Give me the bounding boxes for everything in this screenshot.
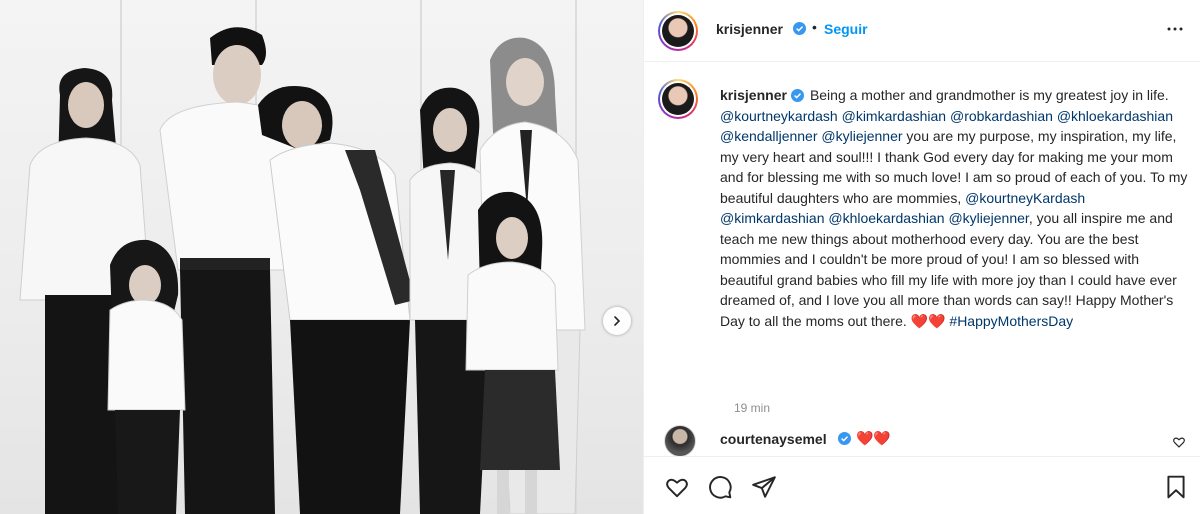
comment-text: ❤️❤️ bbox=[856, 430, 891, 446]
post-actions-bar bbox=[644, 456, 1200, 514]
heart-emoji: ❤️❤️ bbox=[910, 312, 946, 329]
comment-bubble-icon[interactable] bbox=[707, 474, 733, 500]
verified-badge-icon bbox=[793, 22, 806, 35]
follow-button[interactable]: Seguir bbox=[824, 21, 868, 37]
caption-author-avatar[interactable] bbox=[658, 79, 698, 119]
verified-badge-icon bbox=[838, 432, 851, 445]
mention-link[interactable]: @kourtneykardash bbox=[720, 108, 838, 124]
caption-text-segment: Being a mother and grandmother is my gre… bbox=[809, 87, 1169, 103]
post-photo bbox=[0, 0, 643, 514]
mention-link[interactable]: @khloekardashian bbox=[1057, 108, 1173, 124]
mention-link[interactable]: @khloekardashian bbox=[828, 210, 944, 226]
next-photo-button[interactable] bbox=[603, 307, 631, 335]
chevron-right-icon bbox=[614, 316, 621, 326]
caption-body: Being a mother and grandmother is my gre… bbox=[720, 87, 1187, 329]
hashtag-link[interactable]: #HappyMothersDay bbox=[949, 313, 1073, 329]
mention-link[interactable]: @kourtneyKardash bbox=[965, 190, 1085, 206]
verified-badge-icon bbox=[790, 89, 804, 102]
heart-icon[interactable] bbox=[664, 474, 690, 500]
author-avatar[interactable] bbox=[658, 11, 698, 51]
author-username[interactable]: krisjenner bbox=[716, 21, 783, 37]
commenter-avatar[interactable] bbox=[664, 425, 696, 456]
comment-like-heart-icon[interactable] bbox=[1172, 435, 1186, 449]
mention-link[interactable]: @kyliejenner bbox=[821, 128, 902, 144]
mention-link[interactable]: @kendalljenner bbox=[720, 128, 818, 144]
comment-item: courtenaysemel ❤️❤️ bbox=[658, 425, 1188, 456]
family-photo-figures bbox=[19, 27, 586, 514]
mention-link[interactable]: @kimkardashian bbox=[842, 108, 946, 124]
post-timestamp[interactable]: 19 min bbox=[734, 401, 770, 415]
paper-plane-icon[interactable] bbox=[751, 474, 777, 500]
caption-text: krisjenner Being a mother and grandmother… bbox=[720, 85, 1190, 331]
comments-section: krisjenner Being a mother and grandmother… bbox=[644, 63, 1200, 456]
mention-link[interactable]: @robkardashian bbox=[950, 108, 1053, 124]
bookmark-icon[interactable] bbox=[1163, 474, 1189, 500]
caption-username[interactable]: krisjenner bbox=[720, 87, 787, 103]
caption-text-segment: , you all inspire me and teach me new th… bbox=[720, 210, 1177, 329]
post-details-panel: krisjenner • Seguir krisjenner Being a mo… bbox=[643, 0, 1200, 514]
post-header: krisjenner • Seguir bbox=[644, 0, 1200, 62]
mention-link[interactable]: @kimkardashian bbox=[720, 210, 824, 226]
commenter-username[interactable]: courtenaysemel bbox=[720, 431, 827, 447]
separator-dot: • bbox=[812, 19, 817, 35]
more-options-icon[interactable] bbox=[1163, 17, 1187, 41]
figure-child-1 bbox=[107, 239, 186, 514]
mention-link[interactable]: @kyliejenner bbox=[948, 210, 1028, 226]
